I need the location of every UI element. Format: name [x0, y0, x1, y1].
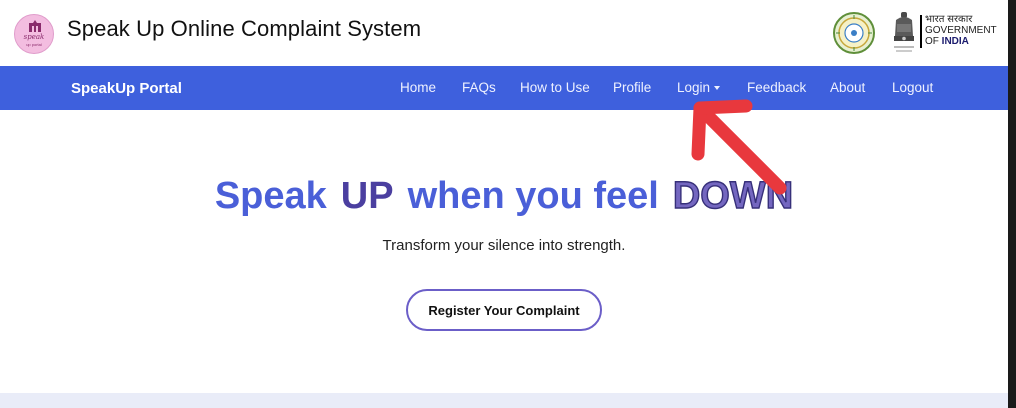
- site-header: speak up portal Speak Up Online Complain…: [0, 0, 1008, 66]
- logo-subtext: up portal: [26, 42, 42, 47]
- gov-line1-text: GOVERNMENT: [925, 25, 997, 36]
- logo-building-icon: [29, 20, 41, 32]
- hero-title-when: when you feel: [407, 175, 659, 217]
- navbar-brand[interactable]: SpeakUp Portal: [71, 80, 182, 97]
- nav-about[interactable]: About: [830, 80, 865, 95]
- hero-title-down: DOWN: [672, 174, 794, 217]
- nav-profile[interactable]: Profile: [613, 80, 651, 95]
- main-navbar: SpeakUp Portal Home FAQs How to Use Prof…: [0, 66, 1008, 110]
- hero-tagline: Transform your silence into strength.: [382, 237, 626, 254]
- andhra-pradesh-emblem-icon: [833, 12, 875, 54]
- window-edge: [1008, 0, 1016, 408]
- caret-down-icon: [714, 86, 721, 91]
- gov-hindi-text: भारत सरकार: [925, 14, 973, 25]
- gov-of-india-label: भारत सरकार GOVERNMENT OF INDIA: [925, 14, 997, 47]
- gov-divider: [920, 15, 922, 48]
- nav-how-to-use[interactable]: How to Use: [520, 80, 590, 95]
- gov-line2-prefix: OF: [925, 36, 942, 47]
- footer-strip: [0, 393, 1008, 408]
- hero-title: Speak UP when you feel DOWN: [0, 174, 1008, 218]
- logo-text: speak: [23, 33, 45, 41]
- ashoka-emblem-icon: [894, 12, 914, 52]
- hero-title-up: UP: [340, 175, 394, 217]
- gov-line2-bold: INDIA: [941, 36, 969, 47]
- nav-faqs[interactable]: FAQs: [462, 80, 496, 95]
- nav-logout[interactable]: Logout: [892, 80, 933, 95]
- nav-home[interactable]: Home: [400, 80, 436, 95]
- nav-login-label: Login: [677, 80, 711, 95]
- hero-title-speak: Speak: [214, 175, 327, 217]
- register-complaint-button[interactable]: Register Your Complaint: [406, 289, 602, 331]
- site-title: Speak Up Online Complaint System: [67, 16, 422, 41]
- nav-feedback[interactable]: Feedback: [747, 80, 806, 95]
- nav-login-dropdown[interactable]: Login: [677, 80, 721, 95]
- gov-line2-text: OF INDIA: [925, 36, 997, 47]
- speakup-logo-icon[interactable]: speak up portal: [14, 14, 54, 54]
